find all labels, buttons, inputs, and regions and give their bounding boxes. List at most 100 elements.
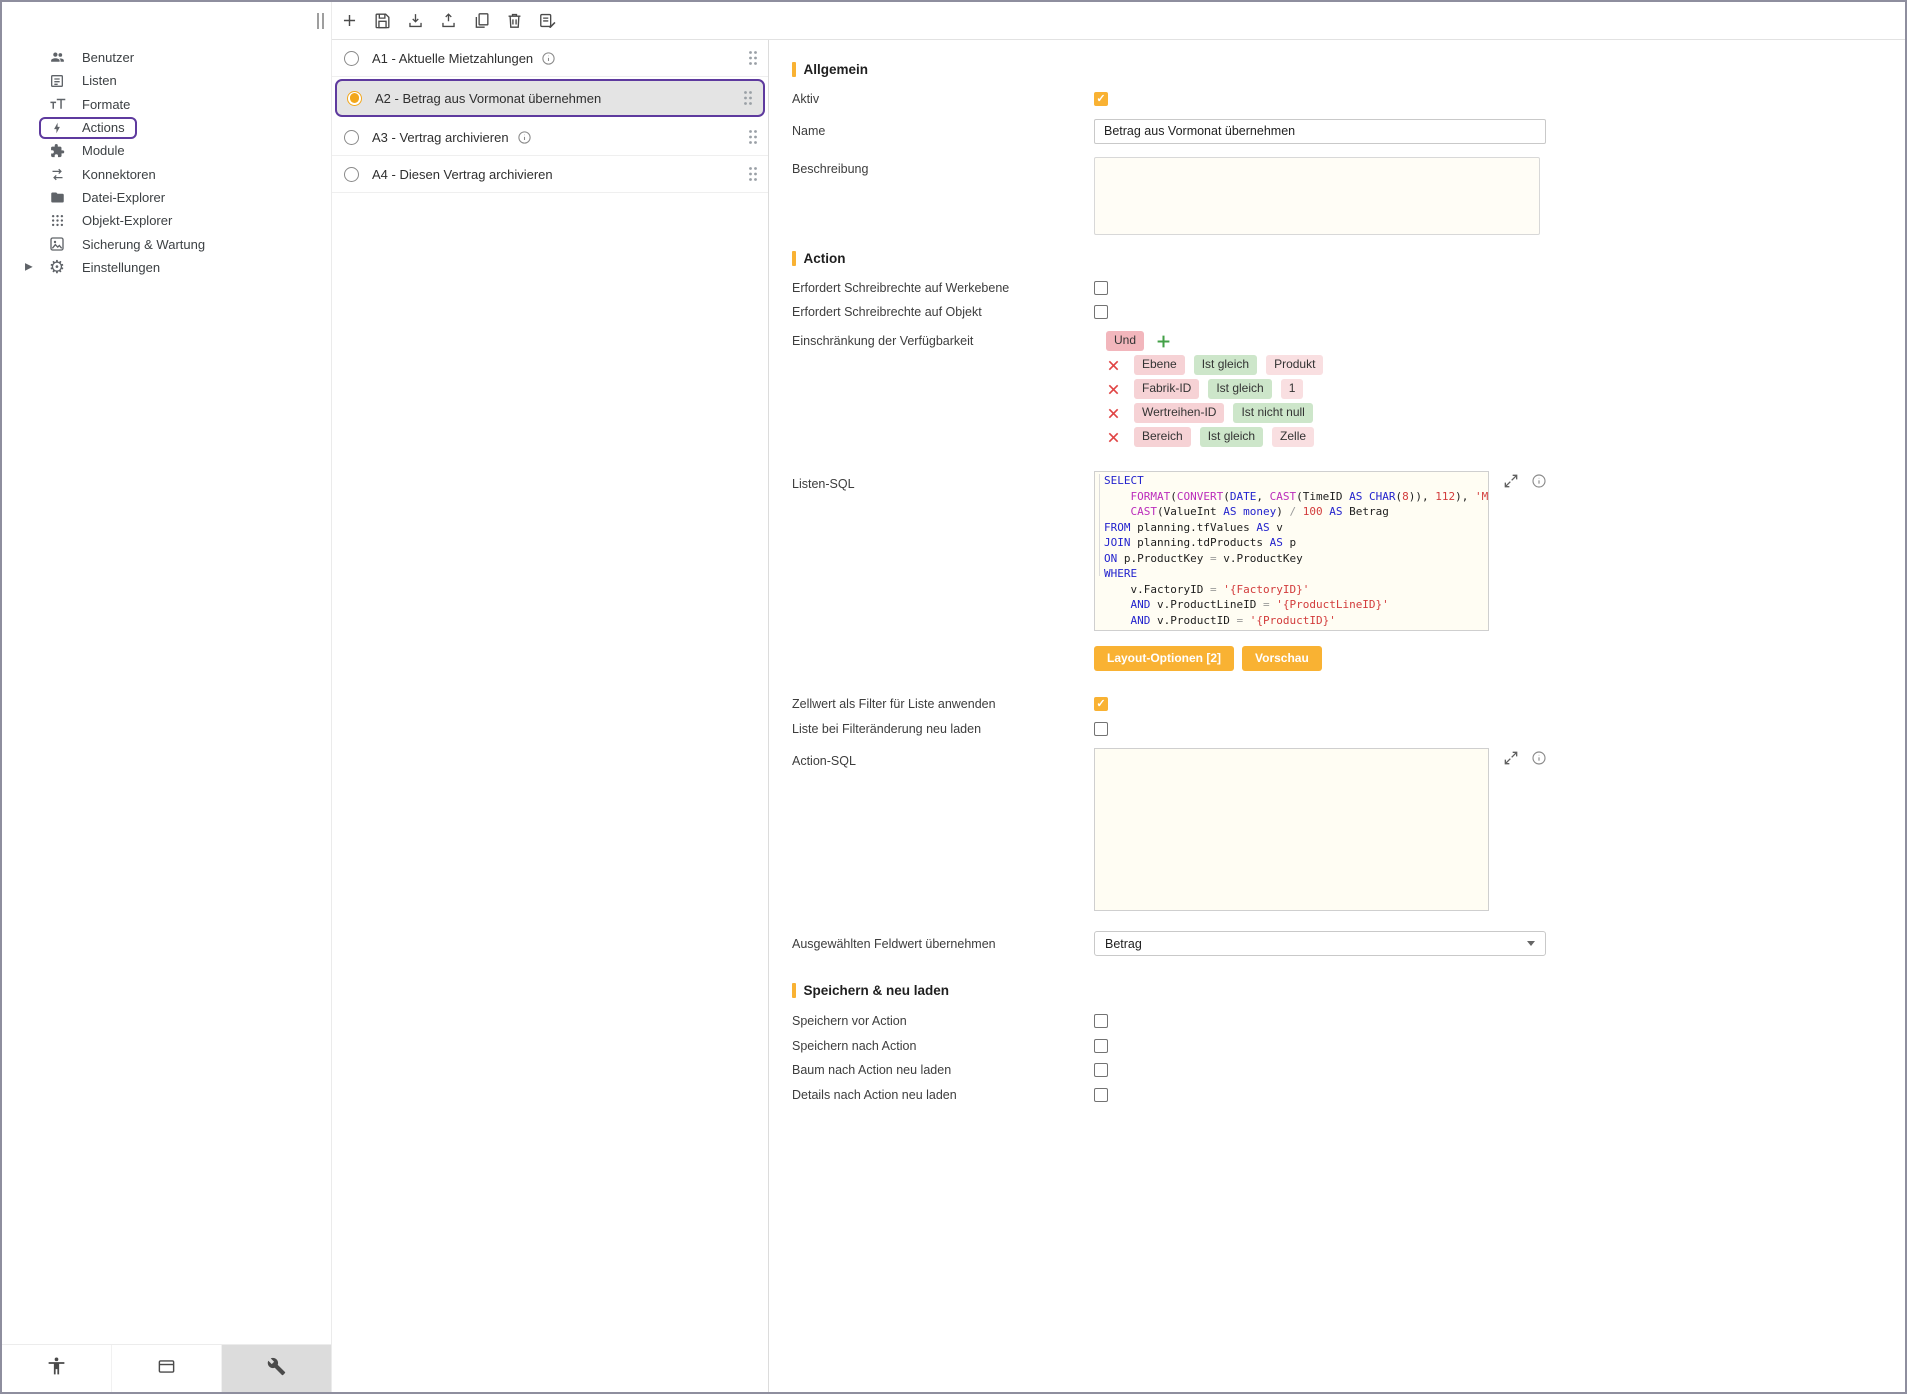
remove-condition-icon[interactable] (1106, 407, 1121, 420)
filter-field-chip[interactable]: Ebene (1134, 355, 1185, 374)
info-icon[interactable] (517, 130, 532, 145)
drag-handle-icon[interactable] (748, 129, 758, 145)
filter-field-chip[interactable]: Fabrik-ID (1134, 379, 1199, 398)
info-icon[interactable] (1531, 473, 1547, 489)
section-accent-bar (792, 983, 796, 998)
filter-operator-chip[interactable]: Ist gleich (1200, 427, 1263, 446)
tab-tools[interactable] (222, 1345, 331, 1392)
image-icon (47, 236, 67, 252)
liste-neu-laden-checkbox[interactable] (1094, 722, 1108, 736)
action-row-a1[interactable]: A1 - Aktuelle Mietzahlungen (332, 40, 768, 77)
sidebar-item-label: Formate (82, 97, 130, 112)
field-row-schreibrechte-werkebene: Erfordert Schreibrechte auf Werkebene (792, 277, 1905, 299)
radio-unselected[interactable] (344, 130, 359, 145)
radio-unselected[interactable] (344, 51, 359, 66)
filter-operator-chip[interactable]: Ist nicht null (1233, 403, 1312, 422)
tab-panel[interactable] (112, 1345, 222, 1392)
name-label: Name (792, 124, 1094, 138)
field-row-listen-sql: Listen-SQL SELECT FORMAT(CONVERT(DATE, C… (792, 471, 1905, 631)
field-row-aktiv: Aktiv (792, 88, 1905, 110)
schreibrechte-werkebene-checkbox[interactable] (1094, 281, 1108, 295)
drag-handle-icon[interactable] (748, 50, 758, 66)
listen-sql-tools (1503, 471, 1547, 489)
sidebar-item-actions[interactable]: Actions (2, 116, 331, 139)
field-row-liste-neu-laden: Liste bei Filteränderung neu laden (792, 718, 1905, 740)
sidebar-item-formate[interactable]: Formate (2, 93, 331, 116)
app-window: Benutzer Listen Formate Act (0, 0, 1907, 1394)
chevron-right-icon[interactable]: ▶ (25, 262, 33, 273)
upload-button[interactable] (432, 5, 465, 37)
save-button[interactable] (366, 5, 399, 37)
filter-operator-chip[interactable]: Ist gleich (1208, 379, 1271, 398)
drag-handle-icon[interactable] (743, 90, 753, 106)
sidebar-item-konnektoren[interactable]: Konnektoren (2, 162, 331, 185)
section-accent-bar (792, 251, 796, 266)
info-icon[interactable] (541, 51, 556, 66)
sidebar-item-label: Module (82, 143, 125, 158)
sidebar: Benutzer Listen Formate Act (2, 2, 332, 1392)
tab-person[interactable] (2, 1345, 112, 1392)
sidebar-item-benutzer[interactable]: Benutzer (2, 46, 331, 69)
sidebar-nav: Benutzer Listen Formate Act (2, 2, 331, 279)
filter-value-chip[interactable]: Produkt (1266, 355, 1323, 374)
remove-condition-icon[interactable] (1106, 383, 1121, 396)
feldwert-selected-value: Betrag (1105, 937, 1142, 951)
panel-resize-handle[interactable] (317, 13, 324, 29)
toolbar (332, 2, 1905, 40)
action-row-label: A2 - Betrag aus Vormonat übernehmen (375, 91, 601, 106)
delete-button[interactable] (498, 5, 531, 37)
add-button[interactable] (333, 5, 366, 37)
section-allgemein: Allgemein (792, 60, 1905, 78)
section-action: Action (792, 249, 1905, 267)
filter-field-chip[interactable]: Wertreihen-ID (1134, 403, 1224, 422)
speichern-nach-checkbox[interactable] (1094, 1039, 1108, 1053)
beschreibung-label: Beschreibung (792, 157, 1094, 176)
gear-icon: ⚙ (47, 258, 67, 276)
sidebar-item-objekt-explorer[interactable]: Objekt-Explorer (2, 209, 331, 232)
download-button[interactable] (399, 5, 432, 37)
listen-sql-editor[interactable]: SELECT FORMAT(CONVERT(DATE, CAST(TimeID … (1094, 471, 1489, 631)
beschreibung-textarea[interactable] (1094, 157, 1540, 235)
sidebar-item-einstellungen[interactable]: ▶ ⚙ Einstellungen (2, 256, 331, 279)
remove-condition-icon[interactable] (1106, 431, 1121, 444)
field-row-name: Name (792, 118, 1905, 144)
feldwert-select[interactable]: Betrag (1094, 931, 1546, 956)
expand-icon[interactable] (1503, 750, 1519, 766)
speichern-vor-checkbox[interactable] (1094, 1014, 1108, 1028)
copy-button[interactable] (465, 5, 498, 37)
baum-neu-laden-checkbox[interactable] (1094, 1063, 1108, 1077)
vorschau-button[interactable]: Vorschau (1242, 646, 1322, 671)
schreibrechte-objekt-checkbox[interactable] (1094, 305, 1108, 319)
sidebar-item-datei-explorer[interactable]: Datei-Explorer (2, 186, 331, 209)
sidebar-item-sicherung[interactable]: Sicherung & Wartung (2, 232, 331, 255)
details-neu-laden-checkbox[interactable] (1094, 1088, 1108, 1102)
filter-value-chip[interactable]: Zelle (1272, 427, 1314, 446)
aktiv-checkbox[interactable] (1094, 92, 1108, 106)
sidebar-item-module[interactable]: Module (2, 139, 331, 162)
availability-filter: Und Ebene Ist gleich Produkt (1094, 329, 1323, 449)
radio-unselected[interactable] (344, 167, 359, 182)
name-input[interactable] (1094, 119, 1546, 144)
action-sql-tools (1503, 748, 1547, 766)
action-sql-editor[interactable] (1094, 748, 1489, 911)
sidebar-bottom-tabs (2, 1344, 331, 1392)
add-condition-icon[interactable] (1156, 334, 1171, 349)
filter-operator-chip[interactable]: Ist gleich (1194, 355, 1257, 374)
filter-value-chip[interactable]: 1 (1281, 379, 1304, 398)
action-row-a3[interactable]: A3 - Vertrag archivieren (332, 119, 768, 156)
info-icon[interactable] (1531, 750, 1547, 766)
zellwert-checkbox[interactable] (1094, 697, 1108, 711)
section-speichern: Speichern & neu laden (792, 981, 1905, 999)
radio-selected[interactable] (347, 91, 362, 106)
expand-icon[interactable] (1503, 473, 1519, 489)
filter-conjunction-chip[interactable]: Und (1106, 331, 1144, 350)
edit-form-button[interactable] (531, 5, 564, 37)
action-row-a2-selected[interactable]: A2 - Betrag aus Vormonat übernehmen (335, 79, 765, 117)
drag-handle-icon[interactable] (748, 166, 758, 182)
sidebar-item-listen[interactable]: Listen (2, 69, 331, 92)
layout-optionen-button[interactable]: Layout-Optionen [2] (1094, 646, 1234, 671)
action-row-a4[interactable]: A4 - Diesen Vertrag archivieren (332, 156, 768, 193)
remove-condition-icon[interactable] (1106, 359, 1121, 372)
filter-field-chip[interactable]: Bereich (1134, 427, 1191, 446)
baum-neu-laden-label: Baum nach Action neu laden (792, 1063, 1094, 1077)
